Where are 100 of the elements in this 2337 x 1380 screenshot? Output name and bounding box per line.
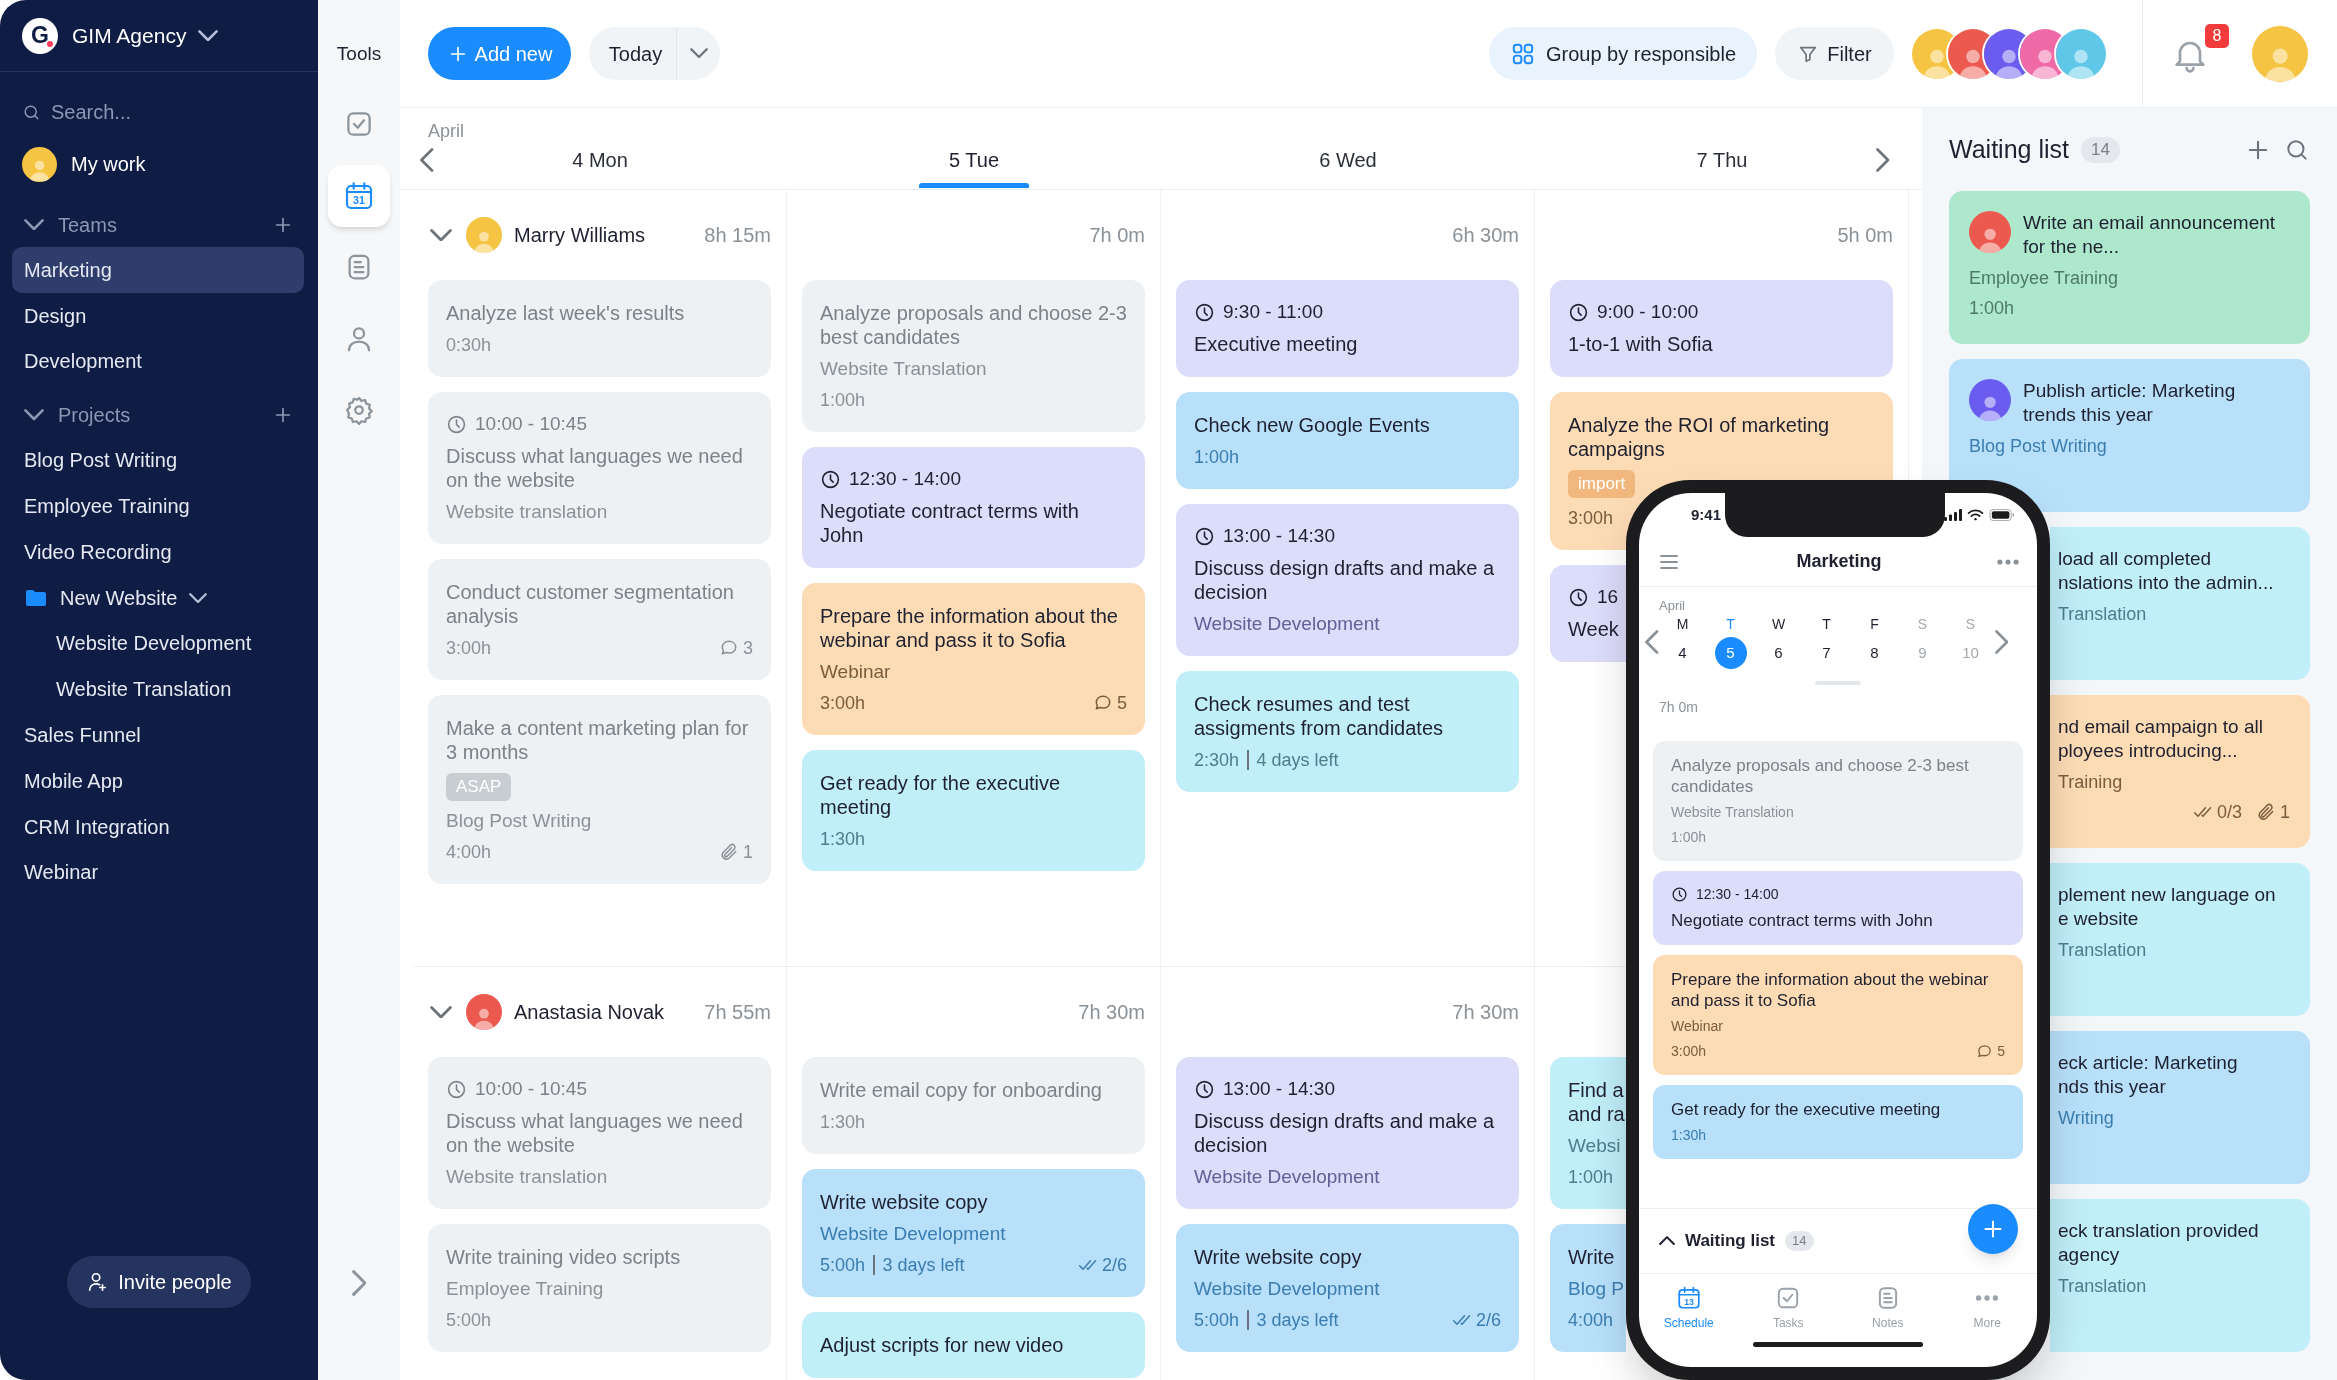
invite-people-button[interactable]: Invite people [67,1256,251,1308]
sidebar-item[interactable]: Development [12,338,304,385]
duration-label: 4:00h [446,841,492,863]
sidebar-item[interactable]: Mobile App [12,757,304,804]
previous-button[interactable] [1645,630,1659,654]
date-dropdown-button[interactable] [677,27,720,80]
task-card[interactable]: Analyze proposals and choose 2-3 best candidates Website Translation 1:00h [802,280,1145,432]
sidebar-item[interactable]: Sales Funnel [12,712,304,758]
task-title: Write training video scripts [446,1245,682,1269]
expand-button[interactable] [1659,1236,1675,1246]
day-tab[interactable]: 5 Tue [948,148,999,172]
weekday-letter: S [1965,615,1976,633]
next-button[interactable] [1994,630,2008,654]
caret-icon [689,48,708,59]
total-hours: 7h 0m [1658,698,1699,717]
today-button[interactable]: Today [589,27,677,80]
day-tab[interactable]: 7 Thu [1696,148,1748,172]
task-card[interactable]: Write an email announcement for the ne... Employee Training 1:00h [1949,191,2310,344]
filter-button[interactable]: Filter [1775,27,1894,80]
workspace-switcher[interactable]: GIM Agency [72,19,219,52]
collapse-button[interactable] [430,228,452,242]
task-card[interactable]: Write website copy Website Development 5:00h 3 days left 2/6 [802,1169,1145,1297]
task-card[interactable]: plement new language on e website Translation [2050,863,2310,1016]
task-card[interactable]: 12:30 - 14:00 Negotiate contract terms with John [802,447,1145,568]
more-button[interactable] [1997,558,2019,565]
sidebar-item[interactable]: Design [12,292,304,339]
week-day[interactable]: F 8 [1850,615,1899,669]
weekday-letter: W [1771,615,1786,633]
task-card[interactable]: Find a and ra Websi 1:00h [1550,1057,1626,1209]
sidebar-item[interactable]: Website Development [12,620,304,667]
task-card[interactable]: Prepare the information about the webinar and pass it to Sofia Webinar 3:00h 5 [802,583,1145,735]
task-title: Write website copy [820,1190,989,1214]
duration-label: 3:00h [1568,507,1614,529]
project-label: Translation [2058,1275,2148,1297]
screen-title: Marketing [1795,550,1883,573]
sidebar-item[interactable]: CRM Integration [12,803,304,850]
sidebar-item[interactable]: Video Recording [12,529,304,575]
sidebar-item[interactable]: Blog Post Writing [12,437,304,484]
tab-bar-item[interactable]: 13 Schedule [1639,1274,1739,1342]
task-title: Prepare the information about the webinar and pass it to Sofia [1671,969,1990,1011]
task-card[interactable]: eck article: Marketing nds this year Writing [2050,1031,2310,1184]
logo: G [22,17,58,54]
chevron-icon [189,592,208,603]
waiting-list-title: Waiting list [1949,133,2069,165]
collapse-button[interactable] [430,1005,452,1019]
duration-label: 1:00h [1671,828,1707,847]
task-card[interactable]: nd email campaign to all ployees introducing... Training 0/3 1 [2050,695,2310,848]
sidebar-item[interactable]: Website Translation [12,666,304,713]
settings-icon [344,395,374,425]
battery-icon [1989,509,2015,521]
task-card[interactable]: Write Blog P 4:00h [1550,1224,1626,1352]
task-card[interactable]: Analyze proposals and choose 2-3 best candidates Website Translation 1:00h [1653,741,2023,861]
search-field[interactable]: Search... [51,97,271,127]
task-card[interactable]: 16 Week [1550,565,1626,662]
task-card[interactable]: Get ready for the executive meeting 1:30h [1653,1085,2023,1159]
task-card[interactable]: 9:30 - 11:00 Executive meeting [1176,280,1519,377]
week-day[interactable]: W 6 [1754,615,1803,669]
task-title: Discuss design drafts and make a decision [1194,1109,1496,1157]
clock-icon [820,468,841,490]
duration-label: 5:00h [1194,1309,1240,1331]
task-card[interactable]: Adjust scripts for new video [802,1312,1145,1378]
task-card[interactable]: 13:00 - 14:30 Discuss design drafts and make a decision Website Development [1176,1057,1519,1209]
week-day[interactable]: M 4 [1658,615,1707,669]
task-card[interactable]: Prepare the information about the webinar and pass it to Sofia Webinar 3:00h 5 [1653,955,2023,1075]
task-card[interactable]: Publish article: Marketing trends this year Blog Post Writing [1949,359,2310,512]
task-card[interactable]: Conduct customer segmentation analysis 3:00h 3 [428,559,771,680]
duration-label: 3:00h [820,692,866,714]
sidebar-item[interactable]: Employee Training [12,483,304,529]
project-label: Websi [1568,1135,1622,1157]
task-card[interactable]: 13:00 - 14:30 Discuss design drafts and make a decision Website Development [1176,504,1519,656]
day-tab[interactable]: 6 Wed [1319,148,1377,172]
previous-button[interactable] [420,148,434,172]
task-card[interactable]: 10:00 - 10:45 Discuss what languages we need on the website Website translation [428,392,771,544]
task-card[interactable]: Write website copy Website Development 5:00h 3 days left 2/6 [1176,1224,1519,1352]
folder-item[interactable]: New Website [12,574,304,621]
attachment-count: 1 [743,841,753,863]
task-card[interactable]: load all completed nslations into the admin... Translation [2050,527,2310,680]
group-by-button[interactable]: Group by responsible [1489,27,1757,80]
task-card[interactable]: Check resumes and test assigments from candidates 2:30h 4 days left [1176,671,1519,792]
task-card[interactable]: 9:00 - 10:00 1-to-1 with Sofia [1550,280,1893,377]
task-title: eck translation provided agency [2058,1219,2260,1267]
subtask-count: 2/6 [1101,1254,1127,1276]
task-card[interactable]: 10:00 - 10:45 Discuss what languages we need on the website Website translation [428,1057,771,1209]
week-day[interactable]: T 7 [1802,615,1851,669]
task-card[interactable]: eck translation provided agency Translation [2050,1199,2310,1352]
time-range: 10:00 - 10:45 [475,413,587,435]
task-title: Discuss what languages we need on the website [446,444,744,492]
task-title: Adjust scripts for new video [820,1333,1065,1357]
next-button[interactable] [1876,148,1890,172]
day-tab[interactable]: 4 Mon [572,148,628,172]
task-card[interactable]: Check new Google Events 1:00h [1176,392,1519,489]
sidebar-item[interactable]: Marketing [12,247,304,293]
task-card[interactable]: 12:30 - 14:00 Negotiate contract terms with John [1653,871,2023,945]
task-card[interactable]: Get ready for the executive meeting 1:30h [802,750,1145,871]
task-title: Week [1568,617,1620,641]
project-label: Translation [2058,939,2148,961]
sidebar-item[interactable]: Webinar [12,849,304,896]
my-work-item[interactable]: My work [0,138,318,190]
clock-icon [446,413,467,435]
project-label: Webinar [820,661,892,683]
